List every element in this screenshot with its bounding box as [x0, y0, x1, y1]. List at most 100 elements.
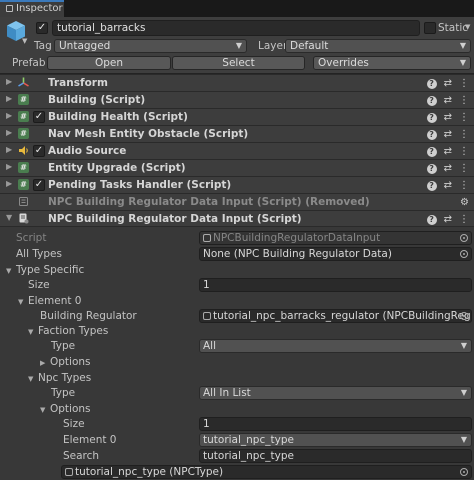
- layer-value: Default: [290, 40, 329, 52]
- foldout-arrow-icon[interactable]: ▶: [6, 111, 12, 120]
- context-menu-icon[interactable]: ⋮: [459, 161, 469, 176]
- presets-icon[interactable]: ⇄: [444, 144, 452, 159]
- all-types-field[interactable]: None (NPC Building Regulator Data): [199, 247, 472, 261]
- prop-search: Search tutorial_npc_type: [0, 448, 474, 464]
- search-label: Search: [63, 450, 100, 462]
- foldout-expanded-arrow-icon[interactable]: ▼: [40, 403, 50, 417]
- prefab-select-button[interactable]: Select: [172, 56, 305, 70]
- component-nav-mesh-obstacle[interactable]: ▶ # Nav Mesh Entity Obstacle (Script) ? ⇄…: [0, 125, 474, 142]
- active-checkbox[interactable]: ✓: [36, 22, 48, 34]
- presets-icon[interactable]: ⇄: [444, 212, 452, 227]
- tab-inspector[interactable]: Inspector: [0, 0, 64, 17]
- script-icon: #: [18, 94, 29, 105]
- help-icon[interactable]: ?: [426, 113, 437, 123]
- component-enabled-checkbox[interactable]: ✓: [33, 179, 45, 191]
- component-removed-regulator[interactable]: NPC Building Regulator Data Input (Scrip…: [0, 193, 474, 210]
- foldout-arrow-icon[interactable]: ▶: [6, 145, 12, 154]
- options-element0-label: Element 0: [63, 434, 117, 446]
- prop-faction-options[interactable]: ▶ Options: [0, 354, 474, 370]
- script-icon: #: [18, 179, 29, 190]
- foldout-arrow-icon[interactable]: ▶: [6, 128, 12, 137]
- component-title: Transform: [48, 77, 108, 89]
- gear-icon[interactable]: ⚙: [460, 195, 469, 210]
- component-buttons: ? ⇄ ⋮: [420, 110, 469, 125]
- size-label: Size: [28, 279, 50, 291]
- prop-type-specific[interactable]: ▼ Type Specific: [0, 262, 474, 278]
- component-entity-upgrade[interactable]: ▶ # Entity Upgrade (Script) ? ⇄ ⋮: [0, 159, 474, 176]
- size-field[interactable]: 1: [199, 278, 472, 292]
- foldout-arrow-icon[interactable]: ▶: [40, 356, 50, 370]
- object-picker-icon[interactable]: [460, 468, 468, 476]
- component-pending-tasks-handler[interactable]: ▶ # ✓ Pending Tasks Handler (Script) ? ⇄ ⋮: [0, 176, 474, 193]
- context-menu-icon[interactable]: ⋮: [459, 212, 469, 227]
- component-enabled-checkbox[interactable]: ✓: [33, 145, 45, 157]
- foldout-arrow-icon[interactable]: ▶: [6, 77, 12, 86]
- object-name-field[interactable]: tutorial_barracks: [52, 20, 420, 36]
- options-element0-value: tutorial_npc_type: [203, 434, 294, 446]
- presets-icon[interactable]: ⇄: [444, 76, 452, 91]
- object-picker-icon[interactable]: [460, 312, 468, 320]
- component-enabled-checkbox[interactable]: ✓: [33, 111, 45, 123]
- presets-icon[interactable]: ⇄: [444, 93, 452, 108]
- component-audio-source[interactable]: ▶ ✓ Audio Source ? ⇄ ⋮: [0, 142, 474, 159]
- foldout-expanded-arrow-icon[interactable]: ▼: [6, 213, 12, 222]
- static-checkbox[interactable]: [424, 22, 436, 34]
- presets-icon[interactable]: ⇄: [444, 161, 452, 176]
- prefab-overrides-dropdown[interactable]: Overrides ▼: [313, 56, 471, 70]
- search-result-field[interactable]: tutorial_npc_type (NPCType): [61, 465, 472, 479]
- foldout-arrow-icon[interactable]: ▶: [6, 162, 12, 171]
- icon-dropdown-arrow-icon[interactable]: ▼: [22, 37, 27, 45]
- context-menu-icon[interactable]: ⋮: [459, 178, 469, 193]
- help-icon[interactable]: ?: [426, 215, 437, 225]
- foldout-expanded-arrow-icon[interactable]: ▼: [18, 295, 28, 309]
- tag-label: Tag: [34, 40, 52, 52]
- component-regulator-data-input[interactable]: ▼ NPC Building Regulator Data Input (Scr…: [0, 210, 474, 227]
- component-buttons: ? ⇄ ⋮: [420, 178, 469, 193]
- help-icon[interactable]: ?: [426, 147, 437, 157]
- prefab-label: Prefab: [12, 57, 46, 69]
- foldout-expanded-arrow-icon[interactable]: ▼: [28, 325, 38, 339]
- faction-type-dropdown[interactable]: All ▼: [199, 339, 472, 353]
- tab-bar: Inspector: [0, 0, 474, 17]
- context-menu-icon[interactable]: ⋮: [459, 76, 469, 91]
- search-input[interactable]: tutorial_npc_type: [199, 449, 472, 463]
- presets-icon[interactable]: ⇄: [444, 178, 452, 193]
- prefab-open-button[interactable]: Open: [47, 56, 171, 70]
- foldout-expanded-arrow-icon[interactable]: ▼: [28, 372, 38, 386]
- help-icon[interactable]: ?: [426, 79, 437, 89]
- options-size-field[interactable]: 1: [199, 417, 472, 431]
- npc-type-dropdown[interactable]: All In List ▼: [199, 386, 472, 400]
- foldout-expanded-arrow-icon[interactable]: ▼: [6, 264, 16, 278]
- component-buttons: ? ⇄ ⋮: [420, 76, 469, 91]
- presets-icon[interactable]: ⇄: [444, 110, 452, 125]
- object-picker-icon: [460, 234, 468, 242]
- context-menu-icon[interactable]: ⋮: [459, 110, 469, 125]
- prop-building-regulator: Building Regulator tutorial_npc_barracks…: [0, 308, 474, 324]
- help-icon[interactable]: ?: [426, 96, 437, 106]
- object-picker-icon[interactable]: [460, 250, 468, 258]
- foldout-arrow-icon[interactable]: ▶: [6, 94, 12, 103]
- prop-element-0[interactable]: ▼ Element 0: [0, 293, 474, 309]
- component-transform[interactable]: ▶ Transform ? ⇄ ⋮: [0, 74, 474, 91]
- component-building[interactable]: ▶ # Building (Script) ? ⇄ ⋮: [0, 91, 474, 108]
- building-regulator-field[interactable]: tutorial_npc_barracks_regulator (NPCBuil…: [199, 309, 472, 323]
- context-menu-icon[interactable]: ⋮: [459, 127, 469, 142]
- foldout-arrow-icon[interactable]: ▶: [6, 179, 12, 188]
- static-dropdown-arrow-icon[interactable]: ▼: [465, 23, 470, 31]
- context-menu-icon[interactable]: ⋮: [459, 93, 469, 108]
- help-icon[interactable]: ?: [426, 181, 437, 191]
- component-title: NPC Building Regulator Data Input (Scrip…: [48, 213, 302, 225]
- help-icon[interactable]: ?: [426, 164, 437, 174]
- prop-npc-options[interactable]: ▼ Options: [0, 401, 474, 417]
- layer-dropdown[interactable]: Default ▼: [285, 39, 471, 53]
- options-element0-dropdown[interactable]: tutorial_npc_type ▼: [199, 433, 472, 447]
- prop-npc-types[interactable]: ▼ Npc Types: [0, 370, 474, 386]
- presets-icon[interactable]: ⇄: [444, 127, 452, 142]
- tag-dropdown[interactable]: Untagged ▼: [54, 39, 247, 53]
- component-building-health[interactable]: ▶ # ✓ Building Health (Script) ? ⇄ ⋮: [0, 108, 474, 125]
- prop-faction-types[interactable]: ▼ Faction Types: [0, 323, 474, 339]
- component-title: Pending Tasks Handler (Script): [48, 179, 232, 191]
- context-menu-icon[interactable]: ⋮: [459, 144, 469, 159]
- layer-label: Layer: [258, 40, 288, 52]
- help-icon[interactable]: ?: [426, 130, 437, 140]
